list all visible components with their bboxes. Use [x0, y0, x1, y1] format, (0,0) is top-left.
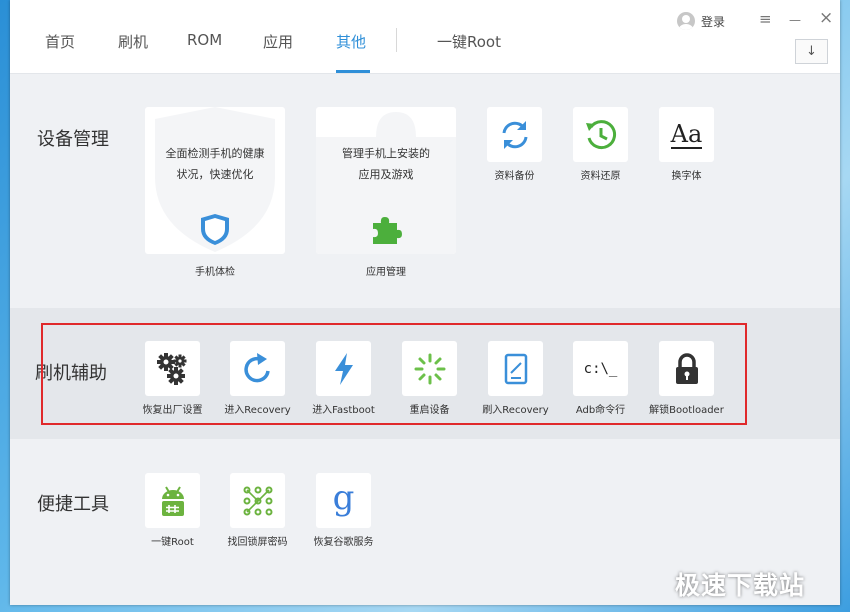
tab-apps[interactable]: 应用 — [263, 31, 293, 52]
restore-google-services-label: 恢复谷歌服务 — [313, 537, 374, 548]
app-manager-label: 应用管理 — [366, 267, 406, 278]
login-label: 登录 — [701, 14, 726, 29]
tab-other[interactable]: 其他 — [336, 31, 366, 52]
recover-lock-password-button[interactable] — [230, 473, 285, 528]
login-button[interactable]: 登录 — [677, 12, 725, 30]
tab-flash[interactable]: 刷机 — [118, 31, 148, 52]
android-root-icon — [161, 485, 184, 516]
change-font-button[interactable]: Aa — [659, 107, 714, 162]
highlight-box — [41, 323, 747, 425]
google-g-icon: g — [332, 477, 355, 518]
font-icon: Aa — [670, 119, 703, 149]
tab-rom[interactable]: ROM — [187, 31, 222, 49]
one-click-root-button[interactable] — [145, 473, 200, 528]
section-device-management: 设备管理 全面检测手机的健康 状况，快速优化 手机体检 管理手机上安装的 应用及… — [10, 74, 840, 308]
pattern-lock-icon — [243, 486, 272, 515]
section-title-tools: 便捷工具 — [37, 494, 109, 515]
top-nav-bar: 首页 刷机 ROM 应用 其他 一键Root 登录 ≡ — × ↓ — [10, 0, 840, 74]
active-tab-indicator — [336, 70, 370, 73]
restore-google-services-button[interactable]: g — [316, 473, 371, 528]
health-check-label: 手机体检 — [195, 267, 235, 278]
recover-lock-password-label: 找回锁屏密码 — [227, 537, 288, 548]
data-backup-label: 资料备份 — [494, 171, 535, 182]
shield-icon — [201, 214, 229, 245]
tab-one-click-root[interactable]: 一键Root — [437, 31, 501, 52]
puzzle-icon — [373, 217, 402, 244]
tab-divider — [396, 28, 397, 52]
data-backup-button[interactable] — [487, 107, 542, 162]
download-button[interactable]: ↓ — [795, 39, 828, 64]
site-watermark: 极速下载站 — [675, 571, 806, 600]
health-check-card[interactable]: 全面检测手机的健康 状况，快速优化 — [145, 107, 285, 254]
close-button[interactable]: × — [819, 8, 833, 28]
data-restore-button[interactable] — [573, 107, 628, 162]
tab-home[interactable]: 首页 — [45, 31, 75, 52]
data-restore-label: 资料还原 — [580, 171, 621, 182]
app-manager-card[interactable]: 管理手机上安装的 应用及游戏 — [316, 107, 456, 254]
change-font-label: 换字体 — [671, 171, 702, 182]
restore-clock-icon — [585, 119, 616, 149]
app-manager-desc: 管理手机上安装的 应用及游戏 — [342, 147, 430, 181]
health-check-desc: 全面检测手机的健康 状况，快速优化 — [165, 147, 265, 181]
section-title-device: 设备管理 — [37, 129, 109, 150]
menu-icon[interactable]: ≡ — [759, 10, 772, 28]
sync-icon — [502, 120, 527, 149]
one-click-root-label: 一键Root — [151, 537, 194, 548]
minimize-button[interactable]: — — [789, 13, 801, 27]
avatar-icon — [677, 12, 695, 30]
app-window: 首页 刷机 ROM 应用 其他 一键Root 登录 ≡ — × ↓ 设备管理 全… — [10, 0, 840, 605]
download-arrow-icon: ↓ — [806, 44, 817, 59]
